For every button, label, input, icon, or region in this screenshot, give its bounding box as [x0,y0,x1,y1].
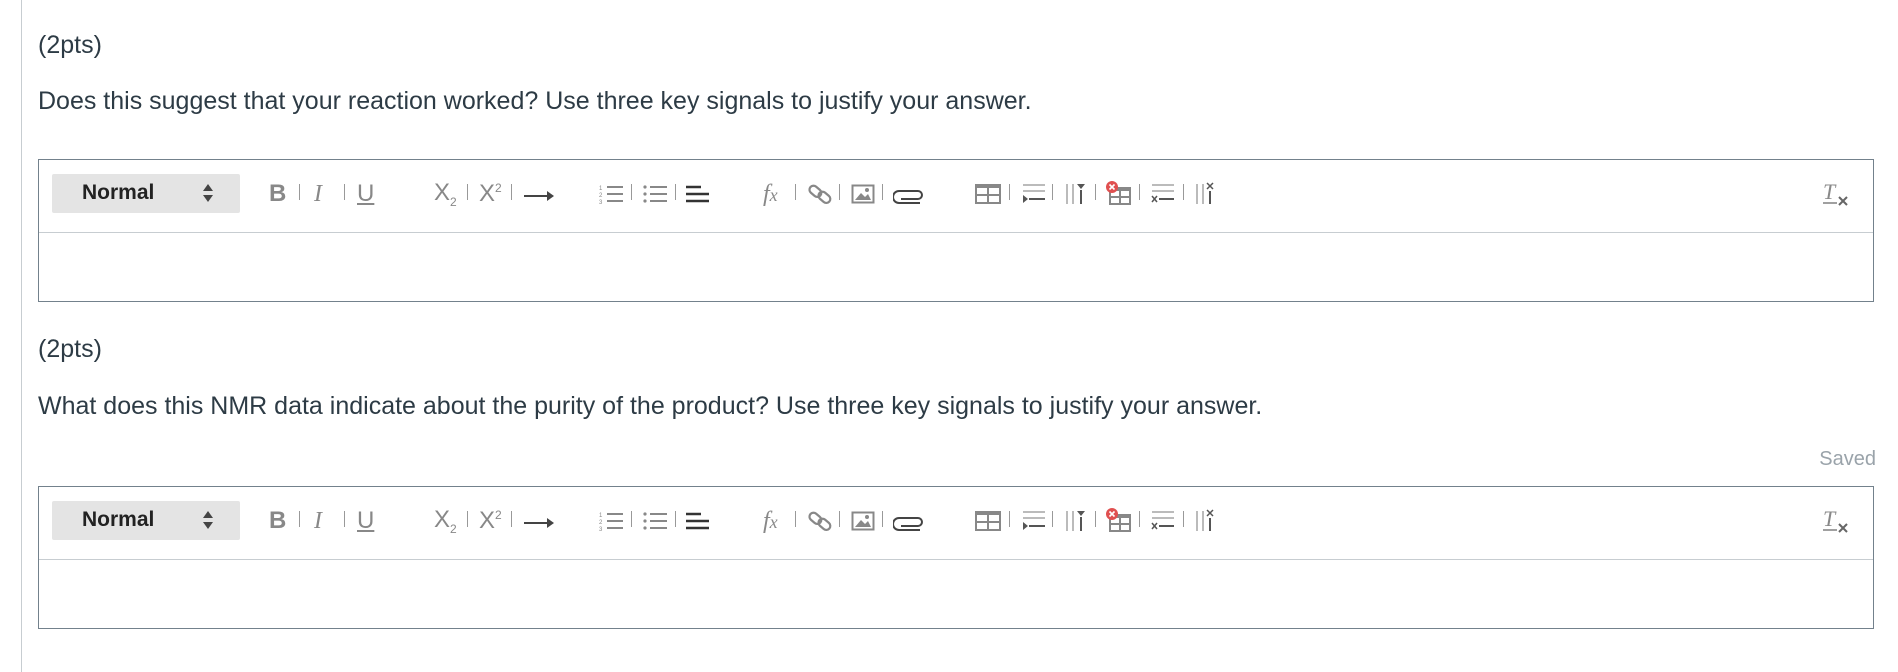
toolbar-divider [299,511,300,527]
toolbar-divider [795,511,796,527]
superscript-icon[interactable]: X2 [479,176,502,212]
subscript-icon[interactable]: X2 [434,503,457,539]
clear-formatting-icon[interactable]: T [1821,176,1851,212]
link-icon[interactable] [807,503,833,539]
editor-toolbar: Normal B I U X2 X2 123 fx T [39,160,1873,233]
format-select-label: Normal [82,508,155,531]
toolbar-divider [1052,184,1053,200]
toolbar-divider [1009,511,1010,527]
insert-column-icon[interactable] [1064,503,1090,539]
toolbar-divider [839,511,840,527]
toolbar-divider [1139,184,1140,200]
svg-text:3: 3 [599,527,603,532]
toolbar-divider [1095,511,1096,527]
toolbar-divider [1139,511,1140,527]
formula-icon[interactable]: fx [763,503,778,539]
superscript-icon[interactable]: X2 [479,503,502,539]
toolbar-divider [1009,184,1010,200]
table-icon[interactable] [974,176,1002,212]
arrow-right-icon[interactable] [523,176,555,212]
link-icon[interactable] [807,176,833,212]
bold-icon[interactable]: B [269,503,286,539]
editor-toolbar: Normal B I U X2 X2 123 fx T [39,487,1873,560]
delete-row-icon[interactable] [1150,176,1176,212]
editor-content-area[interactable] [39,560,1873,628]
underline-icon[interactable]: U [357,503,374,539]
insert-column-icon[interactable] [1064,176,1090,212]
question-prompt: What does this NMR data indicate about t… [38,392,1263,420]
align-left-icon[interactable] [685,176,711,212]
toolbar-divider [795,184,796,200]
image-icon[interactable] [851,503,875,539]
toolbar-divider [631,511,632,527]
rich-text-editor: Normal B I U X2 X2 123 fx T [38,486,1874,629]
svg-text:3: 3 [599,200,603,205]
bold-icon[interactable]: B [269,176,286,212]
toolbar-divider [467,511,468,527]
toolbar-divider [299,184,300,200]
toolbar-divider [344,184,345,200]
rich-text-editor: Normal B I U X2 X2 123 fx T [38,159,1874,302]
bulleted-list-icon[interactable] [643,176,669,212]
toolbar-divider [839,184,840,200]
delete-column-icon[interactable] [1194,503,1220,539]
bulleted-list-icon[interactable] [643,503,669,539]
select-arrows-icon [203,511,213,529]
format-select[interactable]: Normal [52,174,240,213]
svg-text:T: T [1823,508,1837,531]
toolbar-divider [511,184,512,200]
insert-row-icon[interactable] [1021,176,1047,212]
numbered-list-icon[interactable]: 123 [599,176,625,212]
underline-icon[interactable]: U [357,176,374,212]
italic-icon[interactable]: I [314,176,322,212]
svg-text:2: 2 [599,193,603,199]
select-arrows-icon [203,184,213,202]
attachment-icon[interactable] [893,503,925,539]
attachment-icon[interactable] [893,176,925,212]
svg-text:2: 2 [599,520,603,526]
toolbar-divider [675,184,676,200]
image-icon[interactable] [851,176,875,212]
question-points: (2pts) [38,335,102,363]
question-prompt: Does this suggest that your reaction wor… [38,87,1032,115]
delete-table-icon[interactable] [1105,503,1133,539]
formula-icon[interactable]: fx [763,176,778,212]
toolbar-divider [675,511,676,527]
numbered-list-icon[interactable]: 123 [599,503,625,539]
toolbar-divider [1095,184,1096,200]
italic-icon[interactable]: I [314,503,322,539]
toolbar-divider [882,511,883,527]
delete-table-icon[interactable] [1105,176,1133,212]
toolbar-divider [1183,184,1184,200]
clear-formatting-icon[interactable]: T [1821,503,1851,539]
editor-content-area[interactable] [39,233,1873,301]
format-select-label: Normal [82,181,155,204]
table-icon[interactable] [974,503,1002,539]
svg-text:1: 1 [599,186,603,192]
toolbar-divider [882,184,883,200]
format-select[interactable]: Normal [52,501,240,540]
align-left-icon[interactable] [685,503,711,539]
saved-status: Saved [1819,448,1876,470]
toolbar-divider [344,511,345,527]
toolbar-divider [1183,511,1184,527]
delete-row-icon[interactable] [1150,503,1176,539]
insert-row-icon[interactable] [1021,503,1047,539]
toolbar-divider [511,511,512,527]
delete-column-icon[interactable] [1194,176,1220,212]
question-points: (2pts) [38,31,102,59]
svg-text:1: 1 [599,513,603,519]
subscript-icon[interactable]: X2 [434,176,457,212]
svg-text:T: T [1823,181,1837,204]
toolbar-divider [467,184,468,200]
arrow-right-icon[interactable] [523,503,555,539]
toolbar-divider [631,184,632,200]
toolbar-divider [1052,511,1053,527]
left-border [21,0,22,672]
